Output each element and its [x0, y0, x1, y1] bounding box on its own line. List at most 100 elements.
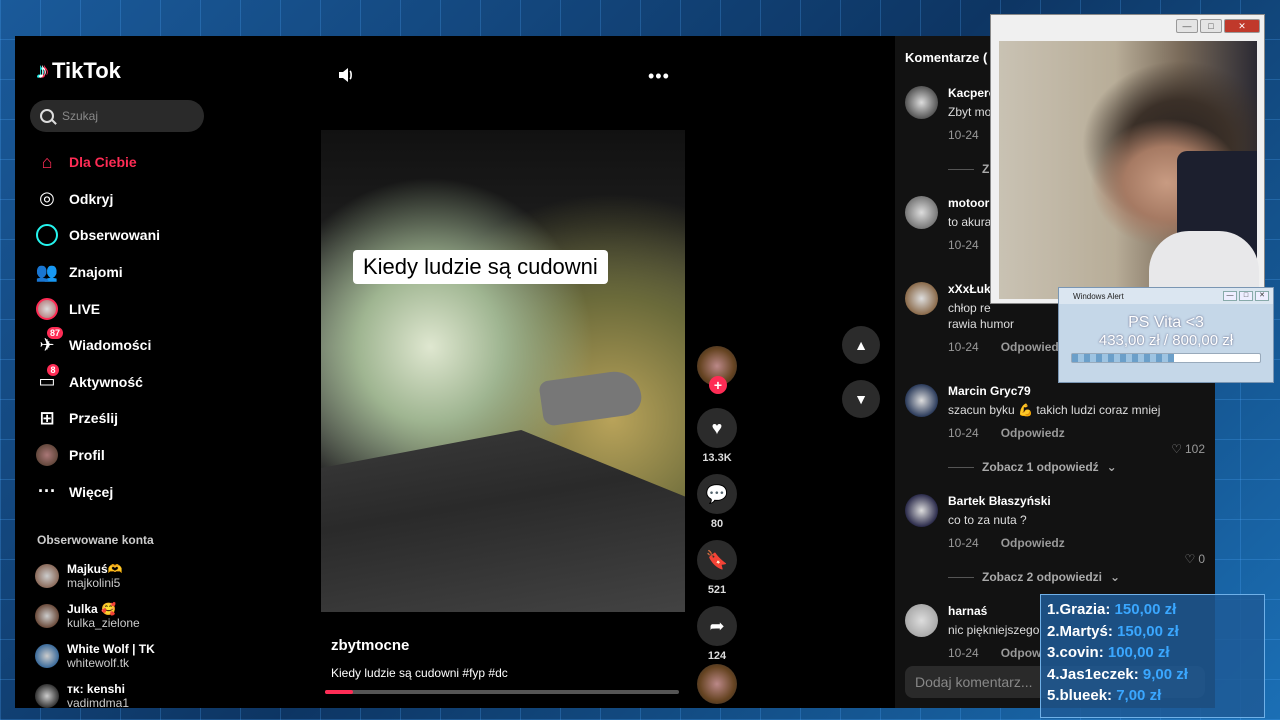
- webcam-window: — □ ✕: [990, 14, 1265, 304]
- chevron-down-icon: ▼: [854, 391, 868, 407]
- comment-text: szacun byku 💪 takich ludzi coraz mniej: [948, 403, 1161, 417]
- followed-account[interactable]: ᴛᴋ: kenshi vadimdma1: [35, 676, 205, 708]
- account-name: White Wolf | TK: [67, 642, 155, 656]
- webcam-feed: [999, 41, 1259, 301]
- alert-maximize-button[interactable]: □: [1239, 291, 1253, 301]
- share-button[interactable]: ➦: [697, 606, 737, 646]
- comment-username[interactable]: Bartek Błaszyński: [948, 494, 1205, 508]
- avatar[interactable]: [905, 282, 938, 315]
- comment-username[interactable]: Marcin Gryc79: [948, 384, 1205, 398]
- account-username: vadimdma1: [67, 696, 130, 708]
- live-icon: [35, 297, 59, 321]
- more-icon: ···: [38, 481, 56, 502]
- reply-button[interactable]: Odpowiedz: [1001, 340, 1065, 354]
- comments-header: Komentarze (: [905, 50, 988, 65]
- video-player[interactable]: Kiedy ludzie są cudowni: [321, 130, 685, 612]
- followed-account[interactable]: White Wolf | TK whitewolf.tk: [35, 636, 205, 676]
- nav-label: Aktywność: [69, 373, 143, 390]
- nav-label: Znajomi: [69, 264, 123, 281]
- donor-amount: 100,00 zł: [1107, 644, 1170, 661]
- nav-item-profile[interactable]: Profil: [35, 437, 210, 474]
- close-button[interactable]: ✕: [1224, 19, 1260, 33]
- avatar[interactable]: [905, 604, 938, 637]
- nav-label: Dla Ciebie: [69, 154, 137, 171]
- view-replies-label: Zobacz 2 odpowiedzi: [982, 570, 1103, 584]
- reply-button[interactable]: Odpowiedz: [1001, 426, 1065, 440]
- comment-button[interactable]: 💬: [697, 474, 737, 514]
- bookmark-icon: 🔖: [705, 549, 729, 570]
- account-name: Julka 🥰: [67, 602, 116, 616]
- followed-account[interactable]: Majkuś🫶 majkolini5: [35, 556, 205, 596]
- donor-rank: 1.: [1047, 601, 1060, 618]
- nav-item-upload[interactable]: ⊞ Prześlij: [35, 400, 210, 437]
- donor-amount: 7,00 zł: [1116, 687, 1162, 704]
- next-video-button[interactable]: ▼: [842, 380, 880, 418]
- video-description: Kiedy ludzie są cudowni #fyp #dc: [331, 666, 508, 680]
- view-replies-button[interactable]: Zobacz 2 odpowiedzi ⌄: [948, 570, 1205, 584]
- creator-avatar[interactable]: +: [697, 346, 737, 394]
- nav-item-compass[interactable]: ◎ Odkryj: [35, 181, 210, 218]
- avatar[interactable]: [905, 196, 938, 229]
- donor-row: 3.covin: 100,00 zł: [1047, 642, 1258, 664]
- avatar[interactable]: [905, 384, 938, 417]
- nav-label: LIVE: [69, 300, 101, 317]
- account-info: Julka 🥰 kulka_zielone: [67, 602, 140, 630]
- nav-item-messages[interactable]: ✈ 87 Wiadomości: [35, 327, 210, 364]
- account-info: ᴛᴋ: kenshi vadimdma1: [67, 682, 129, 708]
- sidebar: ♪ TikTok ⌂ Dla Ciebie ◎ Odkryj Obserwowani 👥 Z…: [15, 36, 215, 708]
- nav-label: Wiadomości: [69, 337, 152, 354]
- followed-accounts-title: Obserwowane konta: [37, 533, 154, 547]
- avatar: [35, 684, 59, 708]
- previous-video-button[interactable]: ▲: [842, 326, 880, 364]
- video-progress-bar[interactable]: [325, 690, 679, 694]
- nav-item-friends[interactable]: 👥 Znajomi: [35, 254, 210, 291]
- followed-accounts: Majkuś🫶 majkolini5 Julka 🥰 kulka_zielone Whi…: [35, 556, 205, 708]
- follow-plus-icon[interactable]: +: [709, 376, 727, 394]
- alert-titlebar: Windows Alert — □ ✕: [1059, 288, 1273, 304]
- comment-date: 10-24: [948, 128, 979, 142]
- donor-name: blueek:: [1059, 687, 1113, 704]
- account-info: Majkuś🫶 majkolini5: [67, 562, 123, 590]
- comment-like-button[interactable]: ♡ 102: [1171, 442, 1205, 456]
- save-button[interactable]: 🔖: [697, 540, 737, 580]
- video-actions: + ♥ 13.3K 💬 80 🔖 521 ➦ 124: [697, 346, 737, 672]
- save-count: 521: [707, 584, 727, 596]
- nav-item-more[interactable]: ··· Więcej: [35, 473, 210, 510]
- followed-account[interactable]: Julka 🥰 kulka_zielone: [35, 596, 205, 636]
- heart-outline-icon: ♡: [1171, 442, 1182, 456]
- comment: Marcin Gryc79 szacun byku 💪 takich ludzi …: [905, 384, 1205, 456]
- nav-item-live[interactable]: LIVE: [35, 290, 210, 327]
- alert-close-button[interactable]: ✕: [1255, 291, 1269, 301]
- account-info: White Wolf | TK whitewolf.tk: [67, 642, 155, 670]
- more-options-icon[interactable]: •••: [648, 66, 670, 87]
- alert-minimize-button[interactable]: —: [1223, 291, 1237, 301]
- comment-date: 10-24: [948, 238, 979, 252]
- music-disc-icon[interactable]: [697, 664, 737, 704]
- volume-icon[interactable]: [337, 66, 355, 84]
- comment-like-button[interactable]: ♡ 0: [1185, 552, 1205, 566]
- donor-row: 5.blueek: 7,00 zł: [1047, 685, 1258, 707]
- search-bar[interactable]: [30, 100, 204, 132]
- chevron-down-icon: ⌄: [1110, 570, 1121, 584]
- avatar[interactable]: [905, 494, 938, 527]
- profile-icon: [35, 443, 59, 467]
- view-replies-button[interactable]: Zobacz 1 odpowiedź ⌄: [948, 460, 1205, 474]
- goal-name: PS Vita <3: [1128, 314, 1204, 331]
- donor-amount: 150,00 zł: [1114, 601, 1177, 618]
- minimize-button[interactable]: —: [1176, 19, 1198, 33]
- comment-item: Marcin Gryc79 szacun byku 💪 takich ludzi …: [905, 384, 1205, 474]
- compass-icon: ◎: [39, 188, 55, 209]
- nav-item-activity[interactable]: ▭ 8 Aktywność: [35, 363, 210, 401]
- nav-item-home[interactable]: ⌂ Dla Ciebie: [35, 144, 210, 181]
- friends-icon: 👥: [35, 261, 59, 282]
- donor-row: 1.Grazia: 150,00 zł: [1047, 599, 1258, 621]
- maximize-button[interactable]: □: [1200, 19, 1222, 33]
- like-button[interactable]: ♥: [697, 408, 737, 448]
- reply-button[interactable]: Odpow: [1001, 646, 1042, 660]
- reply-button[interactable]: Odpowiedz: [1001, 536, 1065, 550]
- nav-item-following[interactable]: Obserwowani: [35, 217, 210, 254]
- search-input[interactable]: [62, 109, 192, 123]
- avatar[interactable]: [905, 86, 938, 119]
- video-author[interactable]: zbytmocne: [331, 637, 409, 654]
- tiktok-logo[interactable]: ♪ TikTok: [37, 58, 121, 84]
